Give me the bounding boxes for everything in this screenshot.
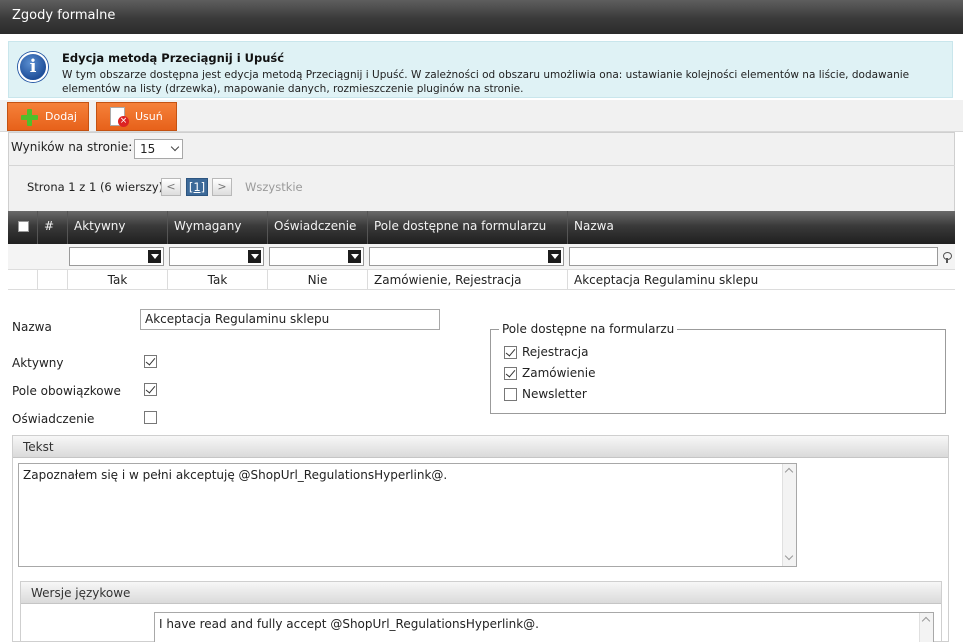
text-value: Zapoznałem się i w pełni akceptuję @Shop… bbox=[23, 468, 448, 482]
cell-wymagany: Tak bbox=[167, 270, 267, 290]
prev-page-button[interactable]: < bbox=[161, 178, 181, 196]
divider bbox=[8, 165, 955, 166]
text-panel-header: Tekst bbox=[13, 436, 948, 458]
column-wymagany[interactable]: Wymagany bbox=[167, 211, 267, 244]
delete-button-label: Usuń bbox=[135, 110, 163, 123]
name-input[interactable]: Akceptacja Regulaminu sklepu bbox=[140, 309, 440, 330]
filter-nazwa[interactable] bbox=[569, 247, 938, 266]
language-textarea[interactable]: I have read and fully accept @ShopUrl_Re… bbox=[154, 612, 934, 642]
info-icon: i bbox=[18, 52, 48, 82]
checkbox-zamowienie[interactable] bbox=[504, 367, 517, 380]
active-label: Aktywny bbox=[12, 356, 64, 370]
filter-wymagany[interactable] bbox=[169, 247, 264, 266]
scroll-down-icon[interactable] bbox=[784, 551, 794, 561]
required-checkbox[interactable] bbox=[144, 383, 157, 396]
select-all-checkbox[interactable] bbox=[18, 221, 29, 232]
cell-nazwa: Akceptacja Regulaminu sklepu bbox=[567, 270, 955, 290]
filter-aktywny[interactable] bbox=[69, 247, 164, 266]
active-checkbox[interactable] bbox=[144, 355, 157, 368]
row-select-cell bbox=[8, 270, 37, 290]
cell-aktywny: Tak bbox=[67, 270, 167, 290]
column-oswiadczenie[interactable]: Oświadczenie bbox=[267, 211, 367, 244]
per-page-select[interactable]: 15 bbox=[134, 139, 183, 159]
language-versions-panel: Wersje językowe I have read and fully ac… bbox=[20, 581, 942, 642]
label-zamowienie: Zamówienie bbox=[522, 366, 596, 380]
grid-header: # Aktywny Wymagany Oświadczenie Pole dos… bbox=[8, 211, 955, 244]
dropdown-arrow-icon bbox=[148, 250, 161, 263]
label-rejestracja: Rejestracja bbox=[522, 345, 589, 359]
next-page-button[interactable]: > bbox=[212, 178, 232, 196]
delete-button[interactable]: Usuń bbox=[96, 102, 177, 131]
name-label: Nazwa bbox=[12, 320, 52, 334]
required-label: Pole obowiązkowe bbox=[12, 384, 121, 398]
pager-info: Strona 1 z 1 (6 wierszy) bbox=[27, 180, 164, 194]
language-text-value: I have read and fully accept @ShopUrl_Re… bbox=[159, 617, 539, 631]
select-all-column bbox=[8, 211, 37, 244]
chevron-down-icon bbox=[170, 142, 180, 152]
add-button[interactable]: Dodaj bbox=[7, 102, 89, 131]
text-textarea[interactable]: Zapoznałem się i w pełni akceptuję @Shop… bbox=[18, 463, 797, 567]
filter-row bbox=[8, 244, 955, 270]
window-title: Zgody formalne bbox=[12, 8, 116, 23]
row-number-cell bbox=[37, 270, 67, 290]
column-aktywny[interactable]: Aktywny bbox=[67, 211, 167, 244]
column-number[interactable]: # bbox=[37, 211, 67, 244]
language-panel-header: Wersje językowe bbox=[21, 582, 941, 604]
form-fields-legend: Pole dostępne na formularzu bbox=[499, 322, 678, 336]
toolbar: Dodaj Usuń bbox=[0, 100, 963, 132]
language-scrollbar[interactable] bbox=[919, 613, 933, 642]
plus-icon bbox=[21, 109, 38, 126]
dropdown-arrow-icon bbox=[248, 250, 261, 263]
checkbox-rejestracja[interactable] bbox=[504, 346, 517, 359]
add-button-label: Dodaj bbox=[45, 110, 77, 123]
label-newsletter: Newsletter bbox=[522, 387, 587, 401]
statement-checkbox[interactable] bbox=[144, 411, 157, 424]
scroll-up-icon[interactable] bbox=[921, 616, 931, 626]
info-text: W tym obszarze dostępna jest edycja meto… bbox=[62, 69, 910, 95]
scroll-up-icon[interactable] bbox=[784, 467, 794, 477]
dropdown-arrow-icon bbox=[348, 250, 361, 263]
column-pole[interactable]: Pole dostępne na formularzu bbox=[367, 211, 567, 244]
per-page-label: Wyników na stronie: bbox=[11, 140, 133, 154]
statement-label: Oświadczenie bbox=[12, 412, 95, 426]
text-scrollbar[interactable] bbox=[782, 464, 796, 566]
form-fields-group: Pole dostępne na formularzu Rejestracja … bbox=[490, 322, 946, 414]
filter-icon[interactable] bbox=[942, 252, 952, 263]
window-titlebar: Zgody formalne bbox=[0, 0, 963, 34]
delete-document-icon bbox=[110, 107, 129, 127]
current-page-link[interactable]: [1] bbox=[186, 178, 208, 196]
cell-oswiadczenie: Nie bbox=[267, 270, 367, 290]
filter-pole[interactable] bbox=[369, 247, 564, 266]
info-box: i Edycja metodą Przeciągnij i Upuść W ty… bbox=[8, 41, 953, 98]
cell-pole: Zamówienie, Rejestracja bbox=[367, 270, 567, 290]
per-page-value: 15 bbox=[140, 142, 156, 156]
column-nazwa[interactable]: Nazwa bbox=[567, 211, 955, 244]
table-row[interactable]: Tak Tak Nie Zamówienie, Rejestracja Akce… bbox=[8, 270, 955, 290]
dropdown-arrow-icon bbox=[548, 250, 561, 263]
info-heading: Edycja metodą Przeciągnij i Upuść bbox=[62, 51, 285, 65]
checkbox-newsletter[interactable] bbox=[504, 388, 517, 401]
filter-oswiadczenie[interactable] bbox=[269, 247, 364, 266]
show-all-link[interactable]: Wszystkie bbox=[245, 180, 303, 194]
